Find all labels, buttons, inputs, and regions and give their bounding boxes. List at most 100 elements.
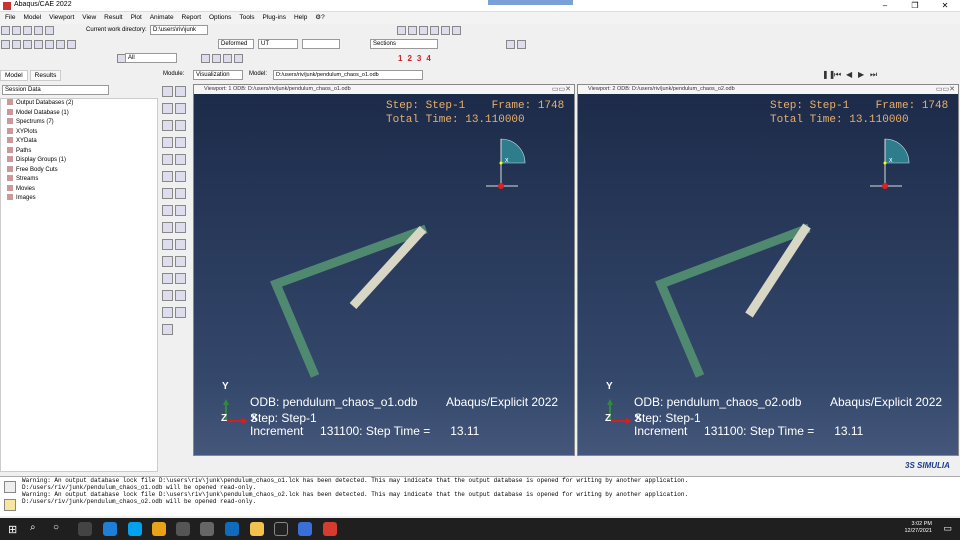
open-icon[interactable]: [12, 26, 21, 35]
tree-model-database[interactable]: Model Database (1): [1, 108, 157, 119]
free-body-icon[interactable]: [175, 273, 186, 284]
selection-filter[interactable]: All: [125, 53, 177, 63]
first-frame-icon[interactable]: ⏮: [834, 70, 846, 80]
tree-streams[interactable]: Streams: [1, 175, 157, 185]
plot-undeformed-icon[interactable]: [162, 86, 173, 97]
windows-start-icon[interactable]: ⊞: [8, 523, 17, 536]
tree-output-databases[interactable]: Output Databases (2): [1, 99, 157, 109]
menu-result[interactable]: Result: [104, 12, 122, 24]
task-view-icon[interactable]: [78, 522, 92, 536]
menu-help[interactable]: Help: [294, 12, 307, 24]
next-frame-icon[interactable]: ▶: [858, 70, 870, 79]
zoom-icon[interactable]: [419, 26, 428, 35]
query-icon[interactable]: [175, 222, 186, 233]
superimpose-icon[interactable]: [175, 307, 186, 318]
animate-options-icon[interactable]: [175, 154, 186, 165]
system-clock[interactable]: 3:02 PM 12/27/2021: [904, 521, 932, 535]
search-icon[interactable]: ⌕: [30, 522, 36, 533]
pan-icon[interactable]: [397, 26, 406, 35]
path-icon[interactable]: [162, 205, 173, 216]
plot-contours-icon[interactable]: [162, 103, 173, 114]
app-red-icon[interactable]: [323, 522, 337, 536]
maximize-button[interactable]: ❐: [900, 0, 930, 12]
xy-data-icon[interactable]: [162, 188, 173, 199]
cycle-icon[interactable]: [452, 26, 461, 35]
module-select[interactable]: Visualization: [193, 70, 243, 80]
tree-movies[interactable]: Movies: [1, 184, 157, 195]
table-icon[interactable]: [67, 40, 76, 49]
cut-icon[interactable]: [175, 239, 186, 250]
tool-icon[interactable]: [45, 26, 54, 35]
sections-select[interactable]: Sections: [370, 39, 438, 49]
tree-display-groups[interactable]: Display Groups (1): [1, 156, 157, 166]
edit-icon[interactable]: [162, 324, 173, 335]
menu-file[interactable]: File: [5, 12, 15, 24]
minimize-button[interactable]: –: [870, 0, 900, 12]
command-line-icon[interactable]: [4, 499, 16, 511]
zoom-box-icon[interactable]: [430, 26, 439, 35]
outlook-icon[interactable]: [225, 522, 239, 536]
allow-multiple-icon[interactable]: [175, 120, 186, 131]
overlay-icon[interactable]: [162, 307, 173, 318]
edge-icon[interactable]: [103, 522, 117, 536]
component-select[interactable]: [302, 39, 340, 49]
close-button[interactable]: ✕: [930, 0, 960, 12]
explorer-icon[interactable]: [250, 522, 264, 536]
prev-frame-icon[interactable]: ◀: [846, 70, 858, 79]
variable-select[interactable]: UT: [258, 39, 298, 49]
mesh-icon[interactable]: [12, 40, 21, 49]
color-icon[interactable]: [506, 40, 515, 49]
app-icon[interactable]: [200, 522, 214, 536]
plot-symbols-icon[interactable]: [175, 103, 186, 114]
layer-icon[interactable]: [175, 290, 186, 301]
animate-scale-icon[interactable]: [162, 137, 173, 148]
menu-view[interactable]: View: [82, 12, 96, 24]
menu-model[interactable]: Model: [23, 12, 41, 24]
odb-options-icon[interactable]: [175, 171, 186, 182]
stream-icon[interactable]: [162, 239, 173, 250]
deformed-select[interactable]: Deformed: [218, 39, 254, 49]
cwd-field[interactable]: D:\users\riv\junk: [150, 25, 208, 35]
color2-icon[interactable]: [517, 40, 526, 49]
abaqus-taskbar-icon[interactable]: [298, 522, 312, 536]
view-side-icon[interactable]: [234, 54, 243, 63]
fit-icon[interactable]: [441, 26, 450, 35]
cortana-icon[interactable]: ○: [53, 522, 59, 533]
last-frame-icon[interactable]: ⏭: [870, 70, 882, 80]
redo-icon[interactable]: [56, 40, 65, 49]
view-iso-icon[interactable]: [201, 54, 210, 63]
terminal-icon[interactable]: [274, 522, 288, 536]
tree-free-body-cuts[interactable]: Free Body Cuts: [1, 165, 157, 176]
save-icon[interactable]: [23, 26, 32, 35]
plot-deformed-icon[interactable]: [175, 86, 186, 97]
viewport-3-button[interactable]: 3: [417, 54, 426, 63]
display-group-icon[interactable]: [162, 222, 173, 233]
menu-whats-this[interactable]: ⚙?: [315, 12, 324, 24]
viewport-4-button[interactable]: 4: [426, 54, 435, 63]
xy-plot-icon[interactable]: [175, 188, 186, 199]
chrome-icon[interactable]: [152, 522, 166, 536]
menu-viewport[interactable]: Viewport: [49, 12, 74, 24]
new-icon[interactable]: [1, 26, 10, 35]
menu-plot[interactable]: Plot: [131, 12, 142, 24]
viewport-2[interactable]: Viewport: 2 ODB: D:/users/riv/junk/pendu…: [577, 84, 959, 456]
menu-options[interactable]: Options: [209, 12, 231, 24]
plot-material-icon[interactable]: [162, 120, 173, 131]
part-icon[interactable]: [1, 40, 10, 49]
viewport-1[interactable]: Viewport: 1 ODB: D:/users/riv/junk/pendu…: [193, 84, 575, 456]
view-cut-icon[interactable]: [162, 273, 173, 284]
menu-report[interactable]: Report: [182, 12, 202, 24]
notification-icon[interactable]: ▭: [943, 523, 952, 534]
field-output-icon[interactable]: [175, 256, 186, 267]
tree-xyplots[interactable]: XYPlots: [1, 127, 157, 138]
tree-images[interactable]: Images: [1, 194, 157, 204]
menu-tools[interactable]: Tools: [239, 12, 254, 24]
tree-spectrums[interactable]: Spectrums (7): [1, 118, 157, 128]
tree-xydata[interactable]: XYData: [1, 137, 157, 147]
menu-plugins[interactable]: Plug-ins: [263, 12, 286, 24]
shade-icon[interactable]: [34, 40, 43, 49]
animate-harmonic-icon[interactable]: [162, 154, 173, 165]
tab-results[interactable]: Results: [29, 70, 62, 81]
view-front-icon[interactable]: [212, 54, 221, 63]
pause-icon[interactable]: ❚❚: [822, 70, 835, 79]
